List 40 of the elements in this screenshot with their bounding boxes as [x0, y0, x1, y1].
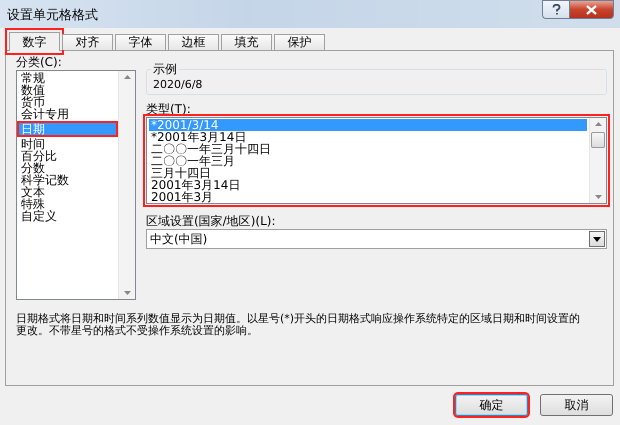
field-label: 分类(C): [16, 55, 63, 69]
tab[interactable]: 保护 [274, 34, 325, 50]
list-item[interactable]: 会计专用 [19, 108, 116, 120]
help-button[interactable] [542, 0, 569, 19]
list-item[interactable]: 数值 [19, 84, 116, 96]
list-item[interactable]: 科学记数 [19, 174, 116, 186]
list-item[interactable]: 常规 [19, 72, 116, 84]
dialog-button[interactable]: 取消 [540, 394, 613, 416]
field-label: 区域设置(国家/地区)(L): [146, 214, 276, 228]
list-item[interactable]: 2001年3月 [149, 191, 587, 203]
help-icon [552, 4, 560, 15]
locale-dropdown[interactable]: 中文(中国) [146, 229, 607, 249]
tab[interactable]: 边框 [168, 34, 219, 50]
close-icon [586, 4, 597, 14]
list-item[interactable]: 三月十四日 [149, 167, 587, 179]
list-item[interactable]: 文本 [19, 186, 116, 198]
scrollbar[interactable] [118, 71, 135, 299]
list-item[interactable]: 二〇〇一年三月十四日 [149, 143, 587, 155]
list-item[interactable]: 货币 [19, 96, 116, 108]
scrollbar[interactable] [589, 118, 606, 203]
tab[interactable]: 填充 [221, 34, 272, 50]
list-item[interactable]: 分数 [19, 162, 116, 174]
list-item[interactable]: 百分比 [19, 150, 116, 162]
window-title: 设置单元格格式 [7, 7, 99, 24]
close-button[interactable] [569, 0, 614, 19]
dialog-button[interactable]: 确定 [455, 394, 528, 416]
description-text: 日期格式将日期和时间系列数值显示为日期值。以星号(*)开头的日期格式响应操作系统特定的区域日期和时间设置的更改。不带星号的格式不受操作系统设置的影响。 [16, 313, 582, 337]
scroll-thumb[interactable] [591, 132, 605, 148]
group-label: 示例 [151, 61, 179, 78]
dropdown-arrow-icon [593, 236, 601, 242]
list-item[interactable]: *2001年3月14日 [149, 131, 587, 143]
tab[interactable]: 字体 [115, 34, 166, 50]
list-item[interactable]: 特殊 [19, 198, 116, 210]
list-item[interactable]: 二〇〇一年三月 [149, 155, 587, 167]
tab[interactable]: 对齐 [62, 34, 113, 50]
list-item[interactable]: 时间 [19, 138, 116, 150]
list-item[interactable]: 自定义 [19, 210, 116, 222]
field-label: 类型(T): [146, 102, 192, 116]
sample-value: 2020/6/8 [153, 78, 202, 91]
list-item[interactable]: 2001年3月14日 [149, 179, 587, 191]
